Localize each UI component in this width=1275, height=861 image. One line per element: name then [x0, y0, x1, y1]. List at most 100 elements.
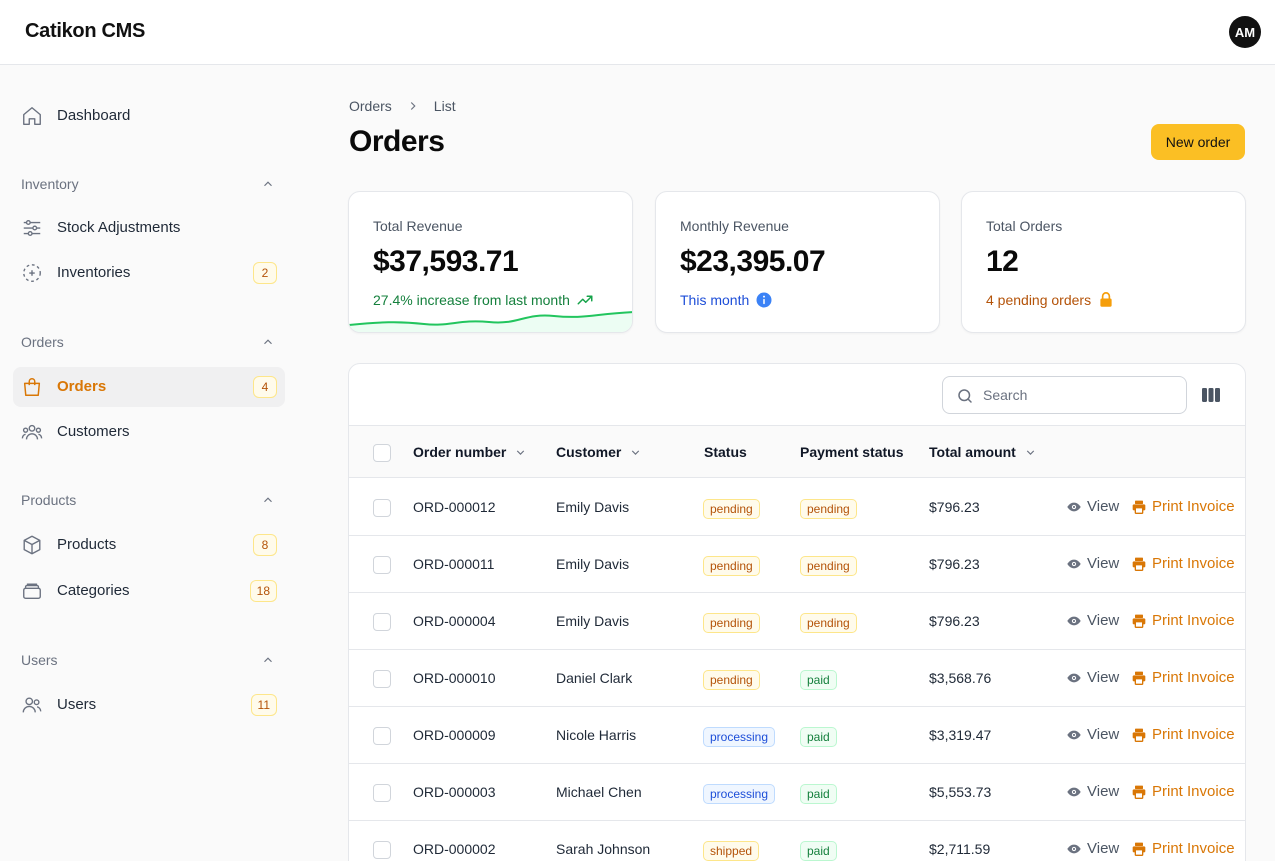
search-input[interactable] — [983, 385, 1178, 405]
sidebar-item-products[interactable]: Products 8 — [13, 525, 285, 565]
chevron-up-icon[interactable] — [261, 335, 275, 349]
payment-status-badge: pending — [800, 613, 857, 633]
select-all-checkbox[interactable] — [373, 444, 391, 462]
table-row: ORD-000002 Sarah Johnson shipped paid $2… — [349, 821, 1245, 861]
print-invoice-label: Print Invoice — [1152, 669, 1235, 686]
order-number[interactable]: ORD-000012 — [413, 499, 496, 515]
table-row: ORD-000012 Emily Davis pending pending $… — [349, 479, 1245, 536]
users-group-icon — [21, 424, 43, 440]
printer-icon — [1132, 785, 1146, 799]
total-amount: $3,319.47 — [929, 727, 992, 743]
view-button[interactable]: View — [1066, 612, 1119, 629]
row-checkbox[interactable] — [373, 727, 391, 745]
group-label-products: Products — [21, 492, 77, 508]
print-invoice-button[interactable]: Print Invoice — [1131, 612, 1235, 629]
print-invoice-button[interactable]: Print Invoice — [1131, 783, 1235, 800]
view-label: View — [1087, 726, 1120, 743]
order-number[interactable]: ORD-000010 — [413, 670, 496, 686]
table-header: Order number Customer Status Payment sta… — [349, 425, 1245, 478]
view-label: View — [1087, 783, 1120, 800]
avatar[interactable]: AM — [1229, 16, 1261, 48]
sidebar-item-users[interactable]: Users 11 — [13, 685, 285, 725]
row-checkbox[interactable] — [373, 784, 391, 802]
row-checkbox[interactable] — [373, 499, 391, 517]
sidebar-item-categories[interactable]: Categories 18 — [13, 571, 285, 611]
view-label: View — [1087, 840, 1120, 857]
status-badge: processing — [703, 727, 776, 747]
order-number[interactable]: ORD-000003 — [413, 784, 496, 800]
row-checkbox[interactable] — [373, 556, 391, 574]
breadcrumb: Orders List — [349, 98, 456, 114]
stat-value: $37,593.71 — [373, 245, 519, 278]
print-invoice-button[interactable]: Print Invoice — [1131, 498, 1235, 515]
sidebar-item-orders[interactable]: Orders 4 — [13, 367, 285, 407]
stat-total-revenue: Total Revenue $37,593.71 27.4% increase … — [348, 191, 633, 333]
print-invoice-button[interactable]: Print Invoice — [1131, 840, 1235, 857]
eye-icon — [1067, 559, 1081, 568]
print-invoice-button[interactable]: Print Invoice — [1131, 669, 1235, 686]
orders-table: Order number Customer Status Payment sta… — [348, 363, 1246, 861]
view-button[interactable]: View — [1066, 783, 1119, 800]
order-number[interactable]: ORD-000002 — [413, 841, 496, 857]
status-badge: pending — [703, 499, 760, 519]
group-label-users: Users — [21, 652, 58, 668]
customer-name: Emily Davis — [556, 556, 630, 572]
print-invoice-label: Print Invoice — [1152, 555, 1235, 572]
view-label: View — [1087, 498, 1120, 515]
app-title[interactable]: Catikon CMS — [25, 20, 145, 43]
payment-status-badge: paid — [800, 727, 837, 747]
order-number[interactable]: ORD-000011 — [413, 556, 494, 572]
row-checkbox[interactable] — [373, 613, 391, 631]
payment-status-badge: pending — [800, 499, 857, 519]
stat-description-text: 4 pending orders — [986, 292, 1092, 308]
new-order-button[interactable]: New order — [1151, 124, 1245, 160]
sidebar: Dashboard Inventory Stock Adjustments In… — [0, 65, 300, 861]
row-checkbox[interactable] — [373, 841, 391, 859]
view-button[interactable]: View — [1066, 498, 1119, 515]
view-label: View — [1087, 669, 1120, 686]
order-number[interactable]: ORD-000004 — [413, 613, 496, 629]
sidebar-item-customers[interactable]: Customers — [13, 412, 285, 452]
sidebar-item-inventories[interactable]: Inventories 2 — [13, 253, 285, 293]
sidebar-item-label: Customers — [57, 423, 130, 440]
view-button[interactable]: View — [1066, 555, 1119, 572]
print-invoice-button[interactable]: Print Invoice — [1131, 555, 1235, 572]
header-order-number[interactable]: Order number — [413, 444, 527, 460]
chevron-up-icon[interactable] — [261, 177, 275, 191]
chevron-up-icon[interactable] — [261, 653, 275, 667]
printer-icon — [1132, 614, 1146, 628]
order-number[interactable]: ORD-000009 — [413, 727, 496, 743]
row-checkbox[interactable] — [373, 670, 391, 688]
sidebar-item-label: Products — [57, 536, 117, 553]
print-invoice-label: Print Invoice — [1152, 840, 1235, 857]
header-label: Status — [704, 444, 747, 460]
table-row: ORD-000009 Nicole Harris processing paid… — [349, 707, 1245, 764]
breadcrumb-root[interactable]: Orders — [349, 98, 392, 114]
header-customer[interactable]: Customer — [556, 444, 642, 460]
group-label-inventory: Inventory — [21, 176, 79, 192]
view-button[interactable]: View — [1066, 669, 1119, 686]
view-button[interactable]: View — [1066, 726, 1119, 743]
table-row: ORD-000004 Emily Davis pending pending $… — [349, 593, 1245, 650]
revenue-sparkline — [349, 311, 632, 332]
print-invoice-label: Print Invoice — [1152, 612, 1235, 629]
page-title: Orders — [349, 125, 445, 158]
header-total-amount[interactable]: Total amount — [929, 444, 1037, 460]
sidebar-item-label: Dashboard — [57, 107, 131, 124]
sidebar-item-stock-adjustments[interactable]: Stock Adjustments — [13, 208, 285, 248]
columns-icon[interactable] — [1201, 385, 1221, 405]
customer-name: Emily Davis — [556, 499, 630, 515]
shopping-bag-icon — [23, 378, 41, 396]
stat-value: $23,395.07 — [680, 245, 826, 278]
customer-name: Michael Chen — [556, 784, 642, 800]
customer-name: Daniel Clark — [556, 670, 633, 686]
breadcrumb-current: List — [433, 98, 456, 114]
chevron-up-icon[interactable] — [261, 493, 275, 507]
sidebar-item-dashboard[interactable]: Dashboard — [13, 96, 285, 136]
view-button[interactable]: View — [1066, 840, 1119, 857]
search-box[interactable] — [942, 376, 1187, 414]
search-icon — [958, 389, 972, 403]
chevron-right-icon — [410, 102, 416, 110]
home-icon — [23, 107, 41, 125]
print-invoice-button[interactable]: Print Invoice — [1131, 726, 1235, 743]
